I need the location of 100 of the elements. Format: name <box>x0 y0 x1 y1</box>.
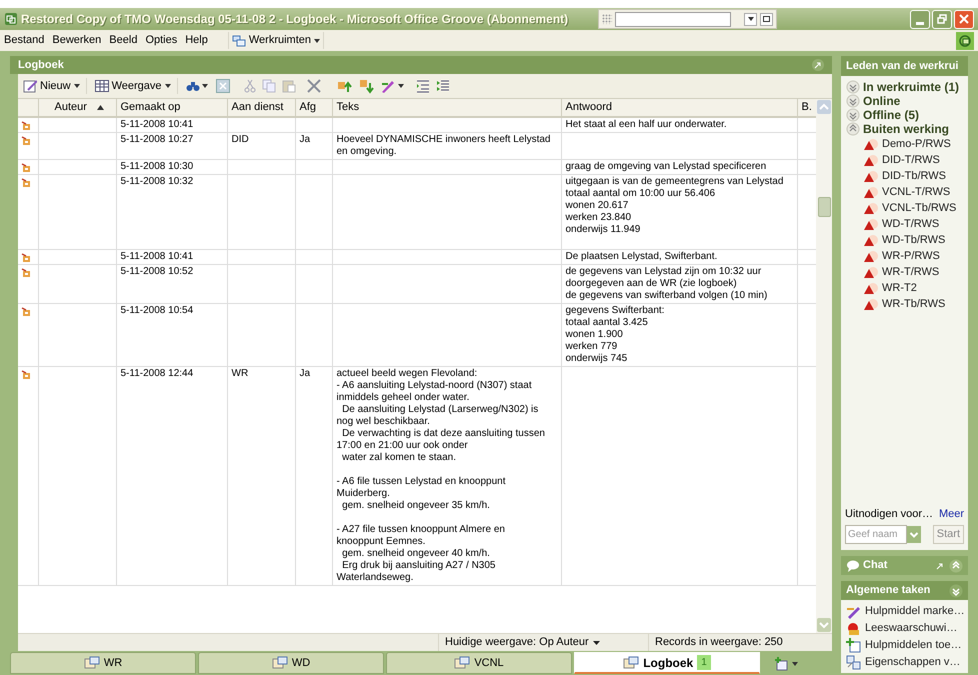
table-cell: actueel beeld wegen Flevoland: - A6 aansluiting Lelystad-noord (N307) staat inmiddels geheel onder water. De aansluiting Lelystad (Larserweg/N302) is nog wel beschikbaar. De verwachting is dat deze aansluiting tussen 17:00 en 21:00 uur ook onder water zal komen te staan. - A6 file tussen Lelystad en knooppunt Muiderberg. gem. snelheid ongeveer 35 km/h. - A27 file tussen knooppunt Almere en knooppunt Eemnes. gem. snelheid ongeveer 40 km/h. Erg druk bij aansluiting A27 / N305 Waterlandseweg. <box>336 368 545 582</box>
note-icon <box>23 79 37 93</box>
view-selector[interactable]: Huidige weergave: Op Auteur <box>438 634 648 651</box>
member-name[interactable]: WD-Tb/RWS <box>882 232 946 248</box>
task-link[interactable]: Eigenschappen v… <box>846 654 963 670</box>
menu-item[interactable]: Help <box>185 32 208 49</box>
member-name[interactable]: Demo-P/RWS <box>882 136 951 152</box>
member-name[interactable]: DID-T/RWS <box>882 152 940 168</box>
offline-member-icon <box>864 154 878 166</box>
workspace-tab[interactable]: WD <box>198 652 384 674</box>
caret-icon <box>314 38 320 42</box>
more-link[interactable]: Meer <box>938 506 964 522</box>
window-title: Restored Copy of TMO Woensdag 05-11-08 2 - Logboek - Microsoft Office Groove (Abonnement) <box>21 11 568 28</box>
member-name[interactable]: DID-Tb/RWS <box>882 168 946 184</box>
workspace-tab[interactable]: Logboek 1 <box>574 652 760 674</box>
task-link[interactable]: Hulpmiddelen toe… <box>846 637 963 653</box>
popout-icon[interactable] <box>812 59 824 71</box>
chevron-icon[interactable] <box>949 584 963 598</box>
column-header[interactable]: Afg <box>300 99 316 115</box>
column-header[interactable]: Auteur <box>42 99 104 115</box>
menu-item[interactable]: Beeld <box>109 32 138 49</box>
scroll-thumb[interactable] <box>818 197 830 217</box>
member-name[interactable]: VCNL-T/RWS <box>882 184 950 200</box>
copy-icon[interactable] <box>262 79 276 93</box>
task-link[interactable]: Hulpmiddel marke… <box>846 603 963 619</box>
collapse-icon[interactable] <box>416 79 430 93</box>
minimize-button[interactable] <box>910 10 930 28</box>
table-cell: 5-11-2008 10:41 <box>120 118 194 130</box>
move-down-icon[interactable] <box>358 78 374 94</box>
entry-icon <box>21 306 31 316</box>
workspace-icon <box>454 656 470 670</box>
paste-icon[interactable] <box>282 79 296 93</box>
offline-member-icon <box>864 266 878 278</box>
member-group[interactable]: Online <box>846 94 963 108</box>
offline-member-icon <box>864 218 878 230</box>
column-header[interactable]: Teks <box>336 99 360 115</box>
entry-icon <box>21 162 31 172</box>
alert-icon <box>846 620 861 636</box>
table-cell: Het staat al een half uur onderwater. <box>566 118 727 130</box>
workspace-tab[interactable]: WR <box>10 652 196 674</box>
view-button[interactable]: Weergave <box>92 78 178 94</box>
member-name[interactable]: WR-T/RWS <box>882 264 940 280</box>
scroll-up-icon[interactable] <box>817 100 831 114</box>
add-icon <box>846 638 861 652</box>
scrollbar[interactable] <box>816 99 832 633</box>
expand-icon[interactable] <box>436 79 450 93</box>
member-name[interactable]: WR-Tb/RWS <box>882 296 946 312</box>
search-field[interactable] <box>615 12 732 26</box>
workspaces-button[interactable]: Werkruimten <box>228 32 324 49</box>
find-button[interactable] <box>184 80 210 92</box>
caret-icon <box>792 662 798 666</box>
menu-item[interactable]: Bestand <box>4 32 44 49</box>
dropdown-button[interactable] <box>744 12 758 26</box>
offline-member-icon <box>864 138 878 150</box>
member-group[interactable]: In werkruimte (1) <box>846 80 963 94</box>
close-button[interactable] <box>954 10 974 28</box>
binoculars-icon <box>186 80 200 92</box>
offline-member-icon <box>864 282 878 294</box>
offline-member-icon <box>864 170 878 182</box>
table-cell: 5-11-2008 10:52 <box>120 266 194 276</box>
column-header[interactable]: B. <box>802 99 812 115</box>
add-icon <box>774 656 788 670</box>
column-header[interactable]: Gemaakt op <box>120 99 180 115</box>
workspace-icon <box>623 656 640 670</box>
member-group[interactable]: Offline (5) <box>846 108 963 122</box>
maximize-button[interactable] <box>760 12 774 26</box>
member-name[interactable]: WD-T/RWS <box>882 216 940 232</box>
mark-button[interactable] <box>380 78 404 94</box>
member-name[interactable]: WR-T2 <box>882 280 917 296</box>
table-cell: DID <box>232 134 249 144</box>
restore-button[interactable] <box>932 10 952 28</box>
dropdown-icon[interactable] <box>907 525 921 544</box>
workspace-icon <box>84 656 100 670</box>
offline-member-icon <box>864 202 878 214</box>
menu-item[interactable]: Opties <box>145 32 178 49</box>
member-name[interactable]: VCNL-Tb/RWS <box>882 200 956 216</box>
caret-icon <box>74 84 80 88</box>
caret-icon <box>398 84 404 88</box>
grip-icon <box>602 14 612 24</box>
chevron-icon[interactable] <box>949 558 963 572</box>
member-name[interactable]: WR-P/RWS <box>882 248 940 264</box>
pencil-icon <box>380 78 396 94</box>
name-field[interactable]: Geef naam <box>845 525 907 544</box>
column-header[interactable]: Aan dienst <box>232 99 284 115</box>
new-button[interactable]: Nieuw <box>21 78 87 94</box>
cut-icon[interactable] <box>244 79 256 93</box>
menu-item[interactable]: Bewerken <box>52 32 102 49</box>
offline-member-icon <box>864 186 878 198</box>
table-cell: graag de omgeving van Lelystad specificeren <box>566 160 766 172</box>
workspace-tab[interactable]: VCNL <box>386 652 572 674</box>
table-cell: WR <box>232 368 248 378</box>
column-header[interactable]: Antwoord <box>566 99 612 115</box>
delete-icon[interactable] <box>306 78 322 94</box>
speech-bubble-icon <box>846 560 860 572</box>
member-group[interactable]: Buiten werking <box>846 122 963 136</box>
chat-title: Chat <box>863 558 888 574</box>
clear-icon[interactable] <box>216 79 230 93</box>
caret-icon <box>748 17 754 21</box>
task-link[interactable]: Leeswaarschuwi… <box>846 620 963 636</box>
scroll-down-icon[interactable] <box>817 618 831 632</box>
